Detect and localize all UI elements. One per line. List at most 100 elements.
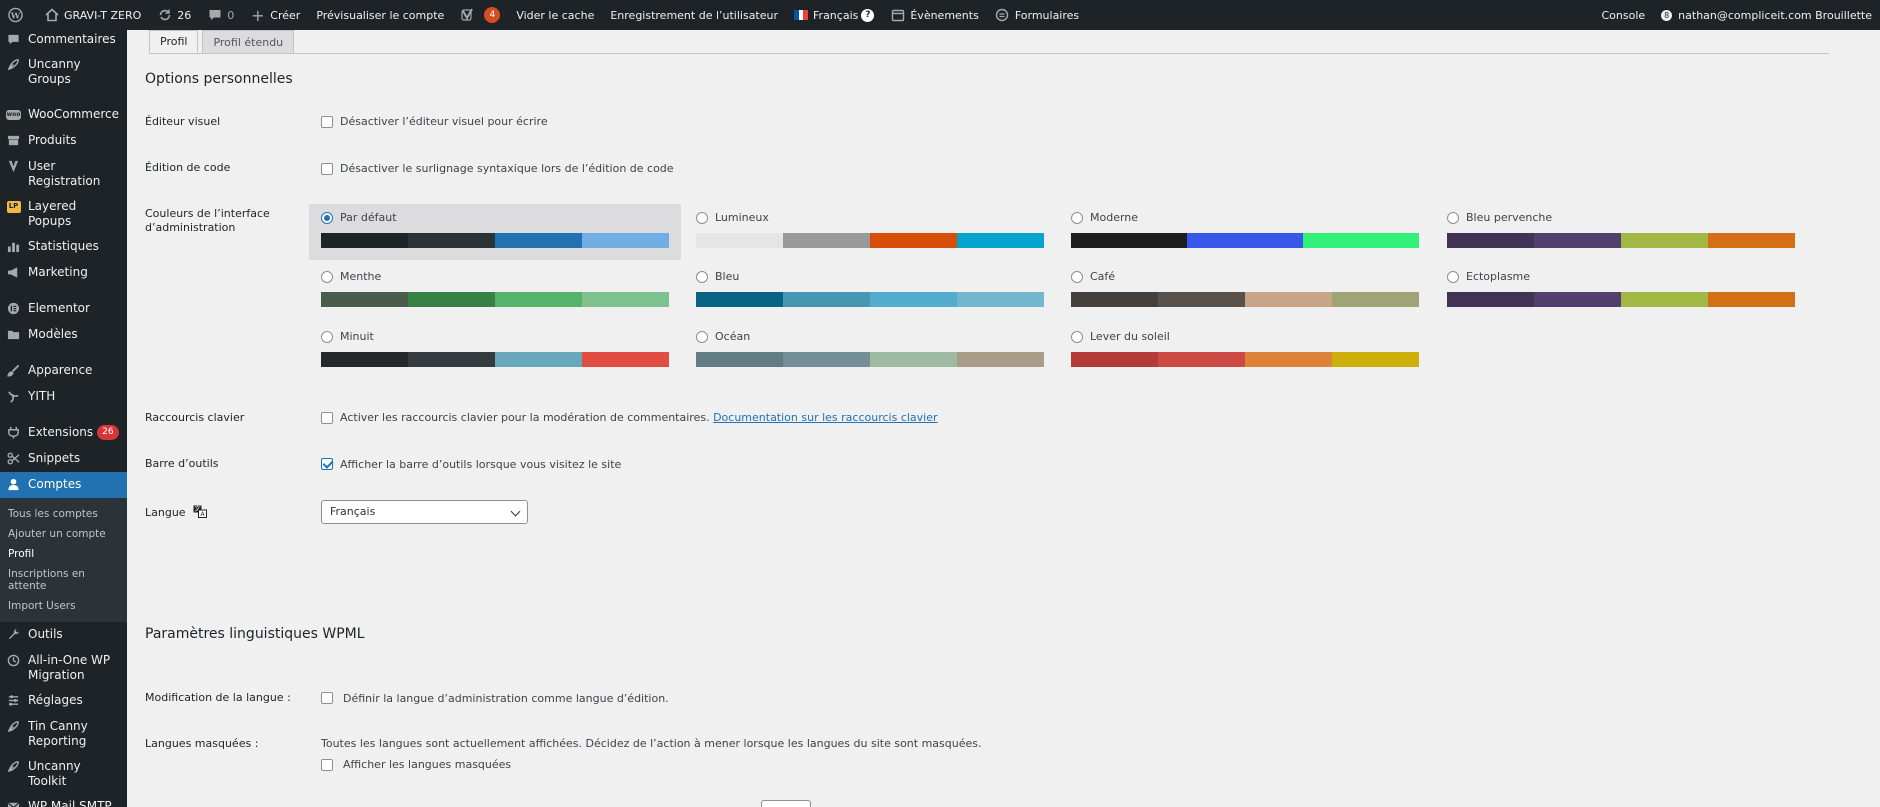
wordpress-logo-button[interactable]: W (0, 0, 36, 30)
yoast-menu[interactable]: 4 (452, 0, 508, 30)
hidden-languages-checkbox[interactable] (321, 759, 333, 771)
menu-separator (0, 348, 127, 358)
color-scheme-option[interactable]: Bleu pervenche (1435, 204, 1807, 260)
sidebar-item-uncanny-toolkit[interactable]: Uncanny Toolkit (0, 754, 127, 794)
color-scheme-radio[interactable] (696, 271, 708, 283)
language-select[interactable]: Français (321, 500, 528, 524)
tab-profile[interactable]: Profil (149, 30, 199, 53)
language-change-checkbox[interactable] (321, 692, 333, 704)
partial-input-field[interactable] (761, 800, 811, 807)
sidebar-item-label: WooCommerce (28, 107, 119, 121)
color-scheme-option[interactable]: Minuit (309, 323, 681, 379)
color-swatch (582, 352, 669, 367)
syntax-highlighting-checkbox[interactable] (321, 163, 333, 175)
color-swatch (957, 292, 1044, 307)
sidebar-item-woocommerce[interactable]: woo WooCommerce (0, 102, 127, 128)
visual-editor-checkbox[interactable] (321, 116, 333, 128)
color-scheme-option[interactable]: Lever du soleil (1059, 323, 1431, 379)
sidebar-item-tools[interactable]: Outils (0, 622, 127, 648)
sidebar-item-label: Apparence (28, 363, 93, 377)
sidebar-item-layered-popups[interactable]: LP Layered Popups (0, 194, 127, 234)
toolbar-checkbox[interactable] (321, 458, 333, 470)
submenu-item-pending-registrations[interactable]: Inscriptions en attente (0, 564, 127, 596)
comments-count: 0 (227, 8, 235, 22)
sidebar-item-statistics[interactable]: Statistiques (0, 234, 127, 260)
language-switcher[interactable]: Français ? (786, 0, 882, 30)
sidebar-item-appearance[interactable]: Apparence (0, 358, 127, 384)
console-link[interactable]: Console (1594, 0, 1654, 30)
color-swatch (783, 292, 870, 307)
toolbar-option: Afficher la barre d’outils lorsque vous … (340, 458, 622, 471)
clear-cache-link[interactable]: Vider le cache (508, 0, 602, 30)
color-swatch (1245, 352, 1332, 367)
color-scheme-radio[interactable] (1071, 331, 1083, 343)
user-account-menu[interactable]: 8 nathan@compliceit.com Brouillette (1653, 0, 1880, 30)
submenu-item-import-users[interactable]: Import Users (0, 596, 127, 616)
folder-icon (6, 327, 21, 342)
color-scheme-radio[interactable] (321, 212, 333, 224)
feather-icon (6, 759, 21, 774)
sidebar-item-yith[interactable]: YITH (0, 384, 127, 410)
color-scheme-option[interactable]: Moderne (1059, 204, 1431, 260)
color-scheme-radio[interactable] (321, 271, 333, 283)
color-scheme-option[interactable]: Menthe (309, 263, 681, 319)
sidebar-item-uncanny-groups[interactable]: Uncanny Groups (0, 52, 127, 92)
color-swatch (1621, 292, 1708, 307)
color-scheme-palette (321, 352, 669, 367)
submenu-item-all-users[interactable]: Tous les comptes (0, 504, 127, 524)
color-swatch (957, 233, 1044, 248)
color-scheme-radio[interactable] (696, 331, 708, 343)
sidebar-item-templates[interactable]: Modèles (0, 322, 127, 348)
console-label: Console (1601, 8, 1646, 22)
color-scheme-option[interactable]: Océan (684, 323, 1056, 379)
color-scheme-radio[interactable] (1447, 212, 1459, 224)
color-swatch (582, 292, 669, 307)
new-content-link[interactable]: + Créer (242, 0, 308, 30)
user-label: nathan@compliceit.com Brouillette (1678, 8, 1872, 22)
submenu-item-profile[interactable]: Profil (0, 544, 127, 564)
preview-account-link[interactable]: Prévisualiser le compte (308, 0, 452, 30)
color-scheme-name: Lumineux (715, 211, 769, 224)
sidebar-item-marketing[interactable]: Marketing (0, 260, 127, 286)
color-scheme-radio[interactable] (1071, 271, 1083, 283)
color-scheme-radio[interactable] (1447, 271, 1459, 283)
sidebar-item-wp-mail-smtp[interactable]: WP Mail SMTP (0, 794, 127, 807)
sidebar-item-snippets[interactable]: Snippets (0, 446, 127, 472)
plus-icon: + (251, 5, 265, 25)
forms-link[interactable]: Formulaires (987, 0, 1087, 30)
keyboard-shortcuts-checkbox[interactable] (321, 412, 333, 424)
color-scheme-option[interactable]: Café (1059, 263, 1431, 319)
color-scheme-option[interactable]: Ectoplasme (1435, 263, 1807, 319)
updates-link[interactable]: 26 (149, 0, 199, 30)
color-scheme-option[interactable]: Par défaut (309, 204, 681, 260)
sidebar-item-comments[interactable]: Commentaires (0, 30, 127, 52)
migration-icon (6, 653, 21, 668)
color-scheme-radio[interactable] (696, 212, 708, 224)
color-scheme-radio[interactable] (1071, 212, 1083, 224)
submenu-item-add-user[interactable]: Ajouter un compte (0, 524, 127, 544)
updates-count: 26 (177, 8, 192, 22)
sidebar-item-label: Outils (28, 627, 63, 641)
woocommerce-icon: woo (6, 109, 21, 120)
sidebar-item-all-in-one-migration[interactable]: All-in-One WP Migration (0, 648, 127, 688)
site-name-link[interactable]: GRAVI-T ZERO (36, 0, 149, 30)
sidebar-item-products[interactable]: Produits (0, 128, 127, 154)
sidebar-item-settings[interactable]: Réglages (0, 688, 127, 714)
comments-link[interactable]: 0 (199, 0, 242, 30)
sidebar-item-tin-canny-reporting[interactable]: Tin Canny Reporting (0, 714, 127, 754)
sidebar-item-plugins[interactable]: Extensions 26 (0, 420, 127, 446)
color-scheme-option[interactable]: Lumineux (684, 204, 1056, 260)
sidebar-item-users[interactable]: Comptes (0, 472, 127, 498)
sidebar-item-label: Statistiques (28, 239, 99, 253)
color-scheme-option[interactable]: Bleu (684, 263, 1056, 319)
keyboard-shortcuts-doc-link[interactable]: Documentation sur les raccourcis clavier (713, 411, 937, 424)
tab-extended-profile[interactable]: Profil étendu (202, 30, 295, 53)
help-icon: ? (861, 8, 875, 22)
sidebar-item-user-registration[interactable]: User Registration (0, 154, 127, 194)
sidebar-item-elementor[interactable]: Elementor (0, 296, 127, 322)
users-submenu: Tous les comptes Ajouter un compte Profi… (0, 498, 127, 622)
color-scheme-palette (696, 352, 1044, 367)
color-scheme-radio[interactable] (321, 331, 333, 343)
events-link[interactable]: Évènements (882, 0, 986, 30)
user-registration-link[interactable]: Enregistrement de l’utilisateur (602, 0, 786, 30)
